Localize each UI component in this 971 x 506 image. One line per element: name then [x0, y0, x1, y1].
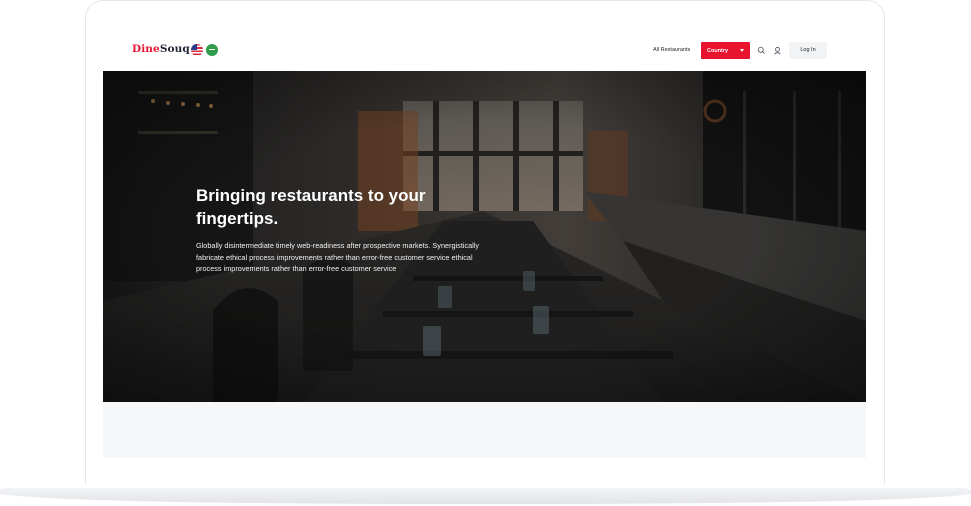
- country-button-label: Country: [707, 47, 729, 54]
- brand-logo[interactable]: DineSouq: [132, 43, 190, 55]
- hero-restaurant-image: [103, 71, 866, 402]
- content-area: [103, 402, 866, 458]
- search-icon[interactable]: [757, 46, 766, 55]
- hero-description: Globally disintermediate timely web-read…: [196, 241, 480, 273]
- hero-title: Bringing restaurants to your fingertips.: [196, 186, 426, 228]
- all-restaurants-link[interactable]: All Restaurants: [653, 47, 690, 53]
- website-screen: DineSouq All Restaurants Country Log In: [103, 30, 866, 458]
- us-flag-icon[interactable]: [191, 44, 203, 56]
- hero-section: Bringing restaurants to your fingertips.…: [103, 71, 866, 402]
- brand-name-part1: Dine: [132, 43, 160, 55]
- login-button[interactable]: Log In: [789, 42, 827, 59]
- saudi-flag-script: [209, 48, 215, 50]
- top-navbar: DineSouq All Restaurants Country Log In: [103, 30, 866, 71]
- saudi-flag-icon[interactable]: [206, 44, 218, 56]
- user-icon[interactable]: [773, 46, 782, 55]
- chevron-down-icon: [740, 48, 744, 52]
- us-flag-canton: [191, 44, 197, 50]
- country-dropdown-button[interactable]: Country: [701, 42, 750, 59]
- device-base: [0, 488, 971, 504]
- brand-name-part2: Souq: [159, 43, 190, 55]
